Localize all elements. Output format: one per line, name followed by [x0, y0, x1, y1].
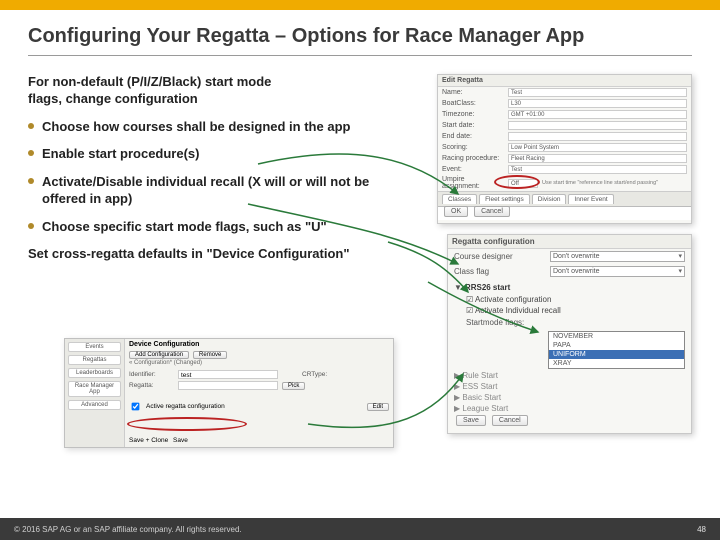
accent-bar: [0, 0, 720, 10]
section-label: RRS26 start: [465, 283, 510, 292]
field-label: Timezone:: [442, 111, 504, 118]
field-label: Racing procedure:: [442, 155, 504, 162]
title-rule: [28, 55, 692, 56]
checkbox: Activate Individual recall: [466, 305, 691, 316]
field-value: test: [178, 370, 278, 379]
checkbox: Activate configuration: [466, 294, 691, 305]
edit-button: Edit: [367, 403, 389, 411]
field-label: Class flag: [454, 267, 544, 276]
select: Don't overwrite: [550, 266, 685, 277]
bullet-item: Enable start procedure(s): [28, 145, 408, 163]
field-value: Fleet Racing: [508, 154, 687, 163]
edit-regatta-screenshot: Edit Regatta Name: Test BoatClass: L30 Tim…: [437, 74, 692, 224]
checkbox: [132, 403, 140, 411]
tab: Inner Event: [568, 194, 613, 204]
field-label: Active regatta configuration: [146, 403, 225, 410]
bullet-item: Activate/Disable individual recall (X wi…: [28, 173, 408, 208]
field-value: Low Point System: [508, 143, 687, 152]
cancel-button: Cancel: [474, 206, 510, 217]
field-value: Test: [508, 88, 687, 97]
ok-button: OK: [444, 206, 468, 217]
field-label: Identifier:: [129, 371, 174, 378]
field-note: Use start time "reference line start/end…: [542, 180, 658, 186]
sidebar-item: Race Manager App: [68, 381, 121, 397]
section-closed: ▶ Rule Start: [454, 371, 685, 380]
list-item-selected: UNIFORM: [549, 350, 684, 359]
field-label: Startmode flags:: [466, 318, 544, 327]
section-closed: ▶ Basic Start: [454, 393, 685, 402]
startmode-listbox: NOVEMBER PAPA UNIFORM XRAY: [548, 331, 685, 369]
breadcrumb: « Configuration* (Changed): [129, 360, 389, 366]
bullet-list: Choose how courses shall be designed in …: [28, 118, 408, 236]
field-label: Start date:: [442, 122, 504, 129]
section-open: ▼RRS26 start: [454, 283, 685, 292]
save-button: Save: [456, 415, 486, 426]
field-label: End date:: [442, 133, 504, 140]
field-label: Regatta:: [129, 382, 174, 389]
bullet-item: Choose how courses shall be designed in …: [28, 118, 408, 136]
select: Don't overwrite: [550, 251, 685, 262]
callout-circle: [127, 417, 247, 431]
field-value: L30: [508, 99, 687, 108]
lead-text: For non-default (P/I/Z/Black) start mode…: [28, 74, 278, 108]
field-label: Name:: [442, 89, 504, 96]
pick-button: Pick: [282, 382, 305, 390]
panel-heading: Device Configuration: [129, 341, 389, 348]
toolbar-button: Add Configuration: [129, 351, 189, 359]
bullet-item: Choose specific start mode flags, such a…: [28, 218, 408, 236]
list-item: XRAY: [549, 359, 684, 368]
field-value: [508, 121, 687, 130]
field-label: Course designer: [454, 252, 544, 261]
field-label: BoatClass:: [442, 100, 504, 107]
callout-circle: [494, 175, 540, 189]
section-closed: ▶ ESS Start: [454, 382, 685, 391]
field-label: Event:: [442, 166, 504, 173]
dialog-title: Edit Regatta: [438, 75, 691, 87]
field-value: [178, 381, 278, 390]
field-value: Test: [508, 165, 687, 174]
page-title: Configuring Your Regatta – Options for R…: [28, 24, 692, 49]
slide-content: Configuring Your Regatta – Options for R…: [0, 10, 720, 454]
device-config-screenshot: Events Regattas Leaderboards Race Manage…: [64, 338, 394, 448]
field-value: GMT +01:00: [508, 110, 687, 119]
list-item: NOVEMBER: [549, 332, 684, 341]
cancel-button: Cancel: [492, 415, 528, 426]
toolbar-button: Remove: [193, 351, 227, 359]
page-number: 48: [697, 525, 706, 534]
field-value: [508, 132, 687, 141]
sidebar-item: Advanced: [68, 400, 121, 410]
tab: Division: [532, 194, 567, 204]
sidebar-item: Events: [68, 342, 121, 352]
field-label: CRType:: [302, 371, 347, 378]
sidebar-item: Leaderboards: [68, 368, 121, 378]
regatta-config-screenshot: Regatta configuration Course designer Don…: [447, 234, 692, 434]
list-item: PAPA: [549, 341, 684, 350]
save-button: Save: [173, 437, 188, 444]
footer-bar: © 2016 SAP AG or an SAP affiliate compan…: [0, 518, 720, 540]
copyright: © 2016 SAP AG or an SAP affiliate compan…: [14, 525, 242, 534]
body-area: For non-default (P/I/Z/Black) start mode…: [28, 74, 692, 454]
panel-title: Regatta configuration: [448, 235, 691, 249]
sidebar-item: Regattas: [68, 355, 121, 365]
field-label: Scoring:: [442, 144, 504, 151]
save-clone-button: Save + Clone: [129, 437, 168, 444]
sidebar: Events Regattas Leaderboards Race Manage…: [65, 339, 125, 447]
